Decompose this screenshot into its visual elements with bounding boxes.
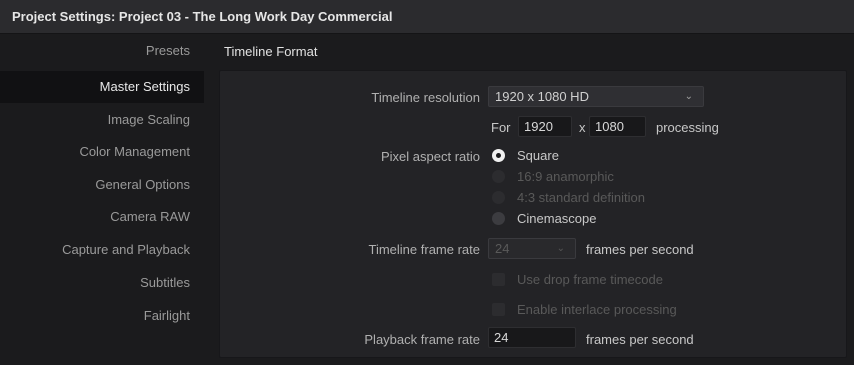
resolution-width-input[interactable]: 1920: [518, 116, 572, 137]
sidebar-item-fairlight[interactable]: Fairlight: [0, 300, 204, 332]
timeline-resolution-dropdown[interactable]: 1920 x 1080 HD ⌄: [488, 86, 704, 107]
timeline-resolution-value: 1920 x 1080 HD: [495, 89, 589, 104]
playback-frame-rate-input[interactable]: 24: [488, 327, 576, 348]
timeline-frame-rate-value: 24: [495, 241, 510, 256]
resolution-x-label: x: [579, 120, 586, 135]
chevron-down-icon: ⌄: [556, 243, 565, 254]
radio-16-9-anamorphic-label: 16:9 anamorphic: [517, 169, 614, 184]
radio-cinemascope-label: Cinemascope: [517, 211, 597, 226]
playback-frame-rate-unit: frames per second: [586, 332, 694, 347]
sidebar-item-subtitles[interactable]: Subtitles: [0, 267, 204, 299]
radio-square-label: Square: [517, 148, 559, 163]
chevron-down-icon: ⌄: [684, 91, 693, 102]
timeline-frame-rate-label: Timeline frame rate: [368, 242, 481, 257]
settings-sidebar: Presets Master Settings Image Scaling Co…: [0, 35, 208, 365]
sidebar-item-capture-and-playback[interactable]: Capture and Playback: [0, 234, 204, 266]
sidebar-item-image-scaling[interactable]: Image Scaling: [0, 104, 204, 136]
playback-frame-rate-label: Playback frame rate: [364, 332, 480, 347]
sidebar-item-general-options[interactable]: General Options: [0, 169, 204, 201]
pixel-aspect-ratio-label: Pixel aspect ratio: [381, 149, 480, 164]
drop-frame-checkbox[interactable]: [492, 273, 505, 286]
section-title: Timeline Format: [224, 44, 318, 59]
title-bar: Project Settings: Project 03 - The Long …: [0, 0, 854, 34]
drop-frame-label: Use drop frame timecode: [517, 272, 663, 287]
processing-label: processing: [656, 120, 719, 135]
sidebar-item-master-settings[interactable]: Master Settings: [0, 71, 204, 103]
timeline-frame-rate-dropdown[interactable]: 24 ⌄: [488, 238, 576, 259]
interlace-label: Enable interlace processing: [517, 302, 677, 317]
radio-16-9-anamorphic[interactable]: [492, 170, 505, 183]
timeline-resolution-label: Timeline resolution: [371, 90, 480, 105]
sidebar-item-presets[interactable]: Presets: [0, 35, 204, 67]
interlace-checkbox[interactable]: [492, 303, 505, 316]
radio-square[interactable]: [492, 149, 505, 162]
sidebar-item-color-management[interactable]: Color Management: [0, 136, 204, 168]
window-title: Project Settings: Project 03 - The Long …: [12, 9, 393, 24]
for-label: For: [491, 120, 511, 135]
resolution-height-input[interactable]: 1080: [589, 116, 646, 137]
sidebar-item-camera-raw[interactable]: Camera RAW: [0, 201, 204, 233]
radio-4-3-standard-definition-label: 4:3 standard definition: [517, 190, 645, 205]
timeline-frame-rate-unit: frames per second: [586, 242, 694, 257]
radio-4-3-standard-definition[interactable]: [492, 191, 505, 204]
radio-cinemascope[interactable]: [492, 212, 505, 225]
